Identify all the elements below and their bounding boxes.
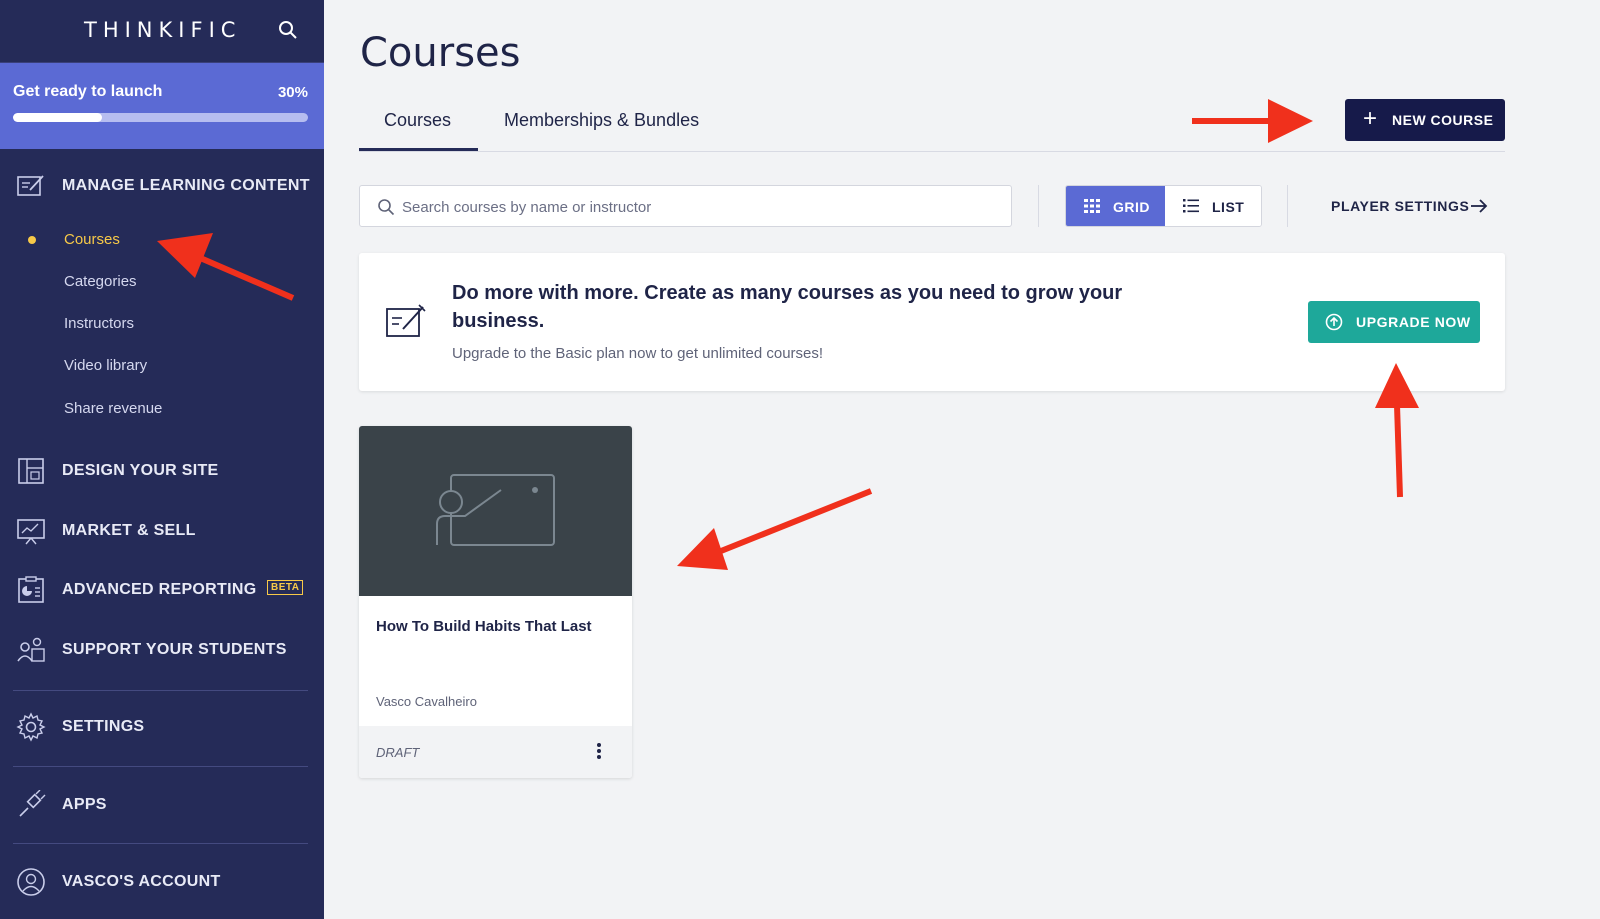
annotation-arrows (157, 99, 1419, 570)
annotation-arrow-icon (1192, 99, 1313, 143)
annotation-arrow-icon (1375, 363, 1419, 498)
annotation-arrow-icon (677, 488, 873, 570)
annotation-arrow-icon (157, 233, 295, 301)
